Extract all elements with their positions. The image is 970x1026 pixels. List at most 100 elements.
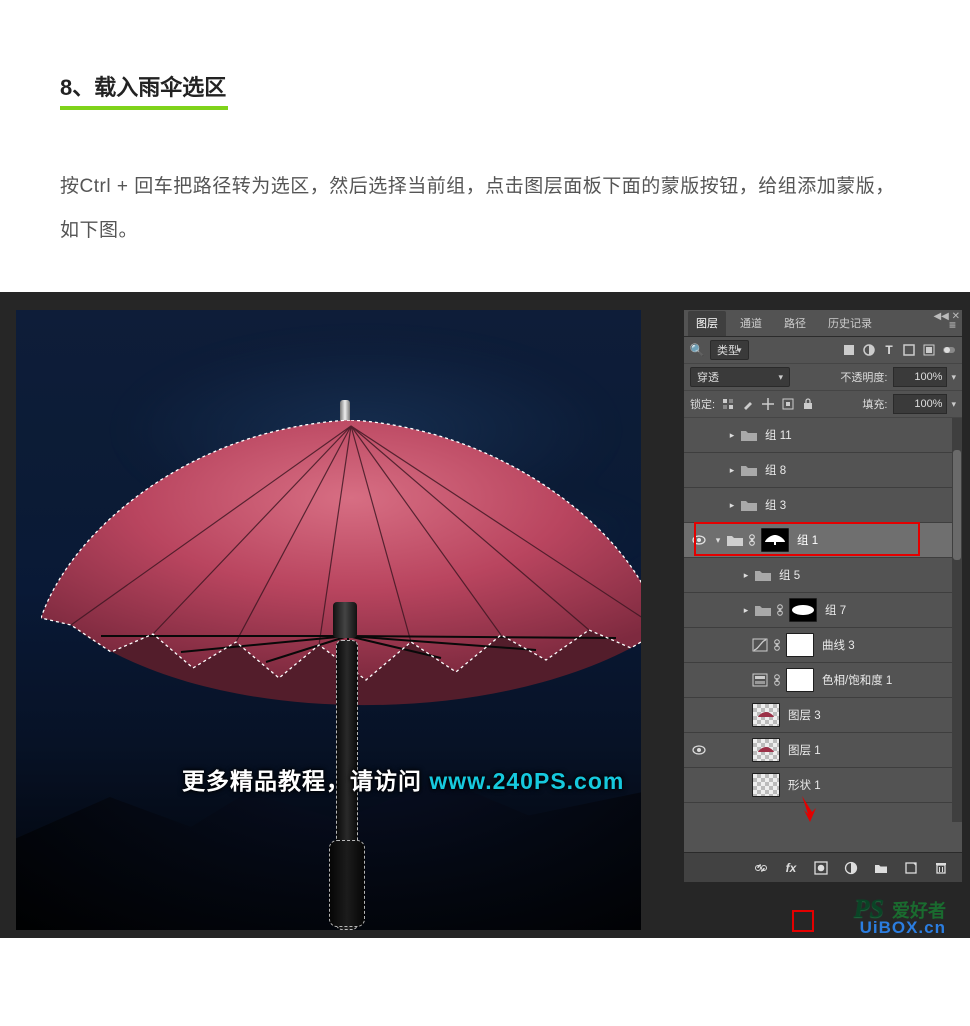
layer-row-group8[interactable]: ▸ 组 8 <box>684 453 962 488</box>
umbrella-handle <box>329 840 365 927</box>
new-layer-icon[interactable] <box>904 861 918 875</box>
layer-row-layer3[interactable]: 图层 3 <box>684 698 962 733</box>
filter-shape-icon[interactable] <box>902 343 916 357</box>
layer-label: 组 5 <box>779 567 800 583</box>
layer-row-group3[interactable]: ▸ 组 3 <box>684 488 962 523</box>
layer-row-group5[interactable]: ▸ 组 5 <box>684 558 962 593</box>
image-canvas: 更多精品教程，请访问 www.240PS.com <box>16 310 641 930</box>
link-icon <box>748 534 756 546</box>
layer-label: 形状 1 <box>788 777 821 793</box>
panel-footer: fx <box>684 852 962 882</box>
tab-paths[interactable]: 路径 <box>776 311 814 336</box>
lock-pixels-icon[interactable] <box>741 397 755 411</box>
site-watermark: PS 爱好者 UiBOX.cn <box>854 894 946 924</box>
lock-all-icon[interactable] <box>801 397 815 411</box>
search-icon[interactable]: 🔍 <box>690 343 704 357</box>
eye-icon <box>692 535 706 545</box>
eye-icon <box>692 745 706 755</box>
chevron-right-icon[interactable]: ▸ <box>728 500 736 511</box>
layer-row-group7[interactable]: ▸ 组 7 <box>684 593 962 628</box>
tab-history[interactable]: 历史记录 <box>820 311 880 336</box>
watermark-text: 更多精品教程，请访问 <box>182 768 429 794</box>
chevron-right-icon[interactable]: ▸ <box>742 570 750 581</box>
layer-thumbnail[interactable] <box>752 703 780 727</box>
layer-label: 组 3 <box>765 497 786 513</box>
mask-thumbnail[interactable] <box>786 633 814 657</box>
panel-tabs: 图层 通道 路径 历史记录 ≡ <box>684 310 962 337</box>
layer-label: 图层 3 <box>788 707 821 723</box>
layer-thumbnail[interactable] <box>752 773 780 797</box>
new-group-icon[interactable] <box>874 861 888 875</box>
layer-label: 组 11 <box>765 427 792 443</box>
annotation-arrow-icon <box>798 794 818 822</box>
panel-collapse-icon[interactable]: ◀◀ ✕ <box>933 312 960 322</box>
filter-smart-icon[interactable] <box>922 343 936 357</box>
link-layers-icon[interactable] <box>754 861 768 875</box>
step-body: 按Ctrl + 回车把路径转为选区，然后选择当前组，点击图层面板下面的蒙版按钮，… <box>60 165 910 252</box>
blend-mode-select[interactable]: 穿透▾ <box>690 367 790 387</box>
fx-icon[interactable]: fx <box>784 861 798 875</box>
scrollbar-thumb[interactable] <box>953 450 961 560</box>
opacity-field[interactable] <box>893 367 947 387</box>
filter-kind-select[interactable]: 类型▾ <box>710 340 749 360</box>
layer-row-group11[interactable]: ▸ 组 11 <box>684 418 962 453</box>
panel-menu-icon[interactable]: ≡ <box>949 318 956 332</box>
layer-row-huesat1[interactable]: 色相/饱和度 1 <box>684 663 962 698</box>
link-icon <box>776 604 784 616</box>
umbrella-object <box>41 400 641 930</box>
lock-position-icon[interactable] <box>761 397 775 411</box>
hue-saturation-icon <box>752 673 768 687</box>
layer-row-shape1[interactable]: 形状 1 <box>684 768 962 803</box>
chevron-right-icon[interactable]: ▸ <box>728 465 736 476</box>
filter-type-icon[interactable]: T <box>882 343 896 357</box>
filter-pixel-icon[interactable] <box>842 343 856 357</box>
layers-panel: ◀◀ ✕ 图层 通道 路径 历史记录 ≡ 🔍 类型▾ T 穿透▾ <box>684 310 962 882</box>
link-icon <box>773 639 781 651</box>
blend-row: 穿透▾ 不透明度: ▾ <box>684 364 962 391</box>
tab-channels[interactable]: 通道 <box>732 311 770 336</box>
annotation-highlight-mask-button <box>792 910 814 932</box>
layer-label: 组 1 <box>797 532 818 548</box>
layer-label: 图层 1 <box>788 742 821 758</box>
layer-label: 组 8 <box>765 462 786 478</box>
folder-icon <box>755 569 771 581</box>
layer-row-group1-selected[interactable]: ▾ 组 1 <box>684 523 962 558</box>
add-mask-icon[interactable] <box>814 861 828 875</box>
layer-label: 曲线 3 <box>822 637 855 653</box>
fill-caret-icon[interactable]: ▾ <box>951 399 956 410</box>
filter-adjust-icon[interactable] <box>862 343 876 357</box>
link-icon <box>773 674 781 686</box>
layer-scrollbar[interactable] <box>952 418 962 822</box>
chevron-down-icon[interactable]: ▾ <box>714 535 722 546</box>
chevron-right-icon[interactable]: ▸ <box>728 430 736 441</box>
fill-field[interactable] <box>893 394 947 414</box>
layer-row-curves3[interactable]: 曲线 3 <box>684 628 962 663</box>
chevron-right-icon[interactable]: ▸ <box>742 605 750 616</box>
mask-thumbnail[interactable] <box>789 598 817 622</box>
delete-layer-icon[interactable] <box>934 861 948 875</box>
layer-row-layer1[interactable]: 图层 1 <box>684 733 962 768</box>
watermark-url: www.240PS.com <box>429 768 624 794</box>
visibility-toggle[interactable] <box>684 745 714 755</box>
umbrella-runner <box>333 602 357 638</box>
curves-icon <box>752 638 768 652</box>
new-adjustment-icon[interactable] <box>844 861 858 875</box>
folder-icon <box>727 534 743 546</box>
mask-thumbnail[interactable] <box>786 668 814 692</box>
folder-icon <box>741 429 757 441</box>
fill-label: 填充: <box>862 396 887 412</box>
screenshot-figure: 更多精品教程，请访问 www.240PS.com ◀◀ ✕ 图层 通道 路径 历… <box>0 292 970 938</box>
mask-thumbnail[interactable] <box>761 528 789 552</box>
layer-label: 色相/饱和度 1 <box>822 672 892 688</box>
opacity-label: 不透明度: <box>840 369 887 385</box>
folder-icon <box>755 604 771 616</box>
tab-layers[interactable]: 图层 <box>688 311 726 336</box>
filter-toggle-icon[interactable] <box>942 343 956 357</box>
layer-label: 组 7 <box>825 602 846 618</box>
lock-transparency-icon[interactable] <box>721 397 735 411</box>
lock-artboard-icon[interactable] <box>781 397 795 411</box>
layer-list: ▸ 组 11 ▸ 组 8 <box>684 418 962 822</box>
visibility-toggle[interactable] <box>684 535 714 545</box>
layer-thumbnail[interactable] <box>752 738 780 762</box>
opacity-caret-icon[interactable]: ▾ <box>951 372 956 383</box>
